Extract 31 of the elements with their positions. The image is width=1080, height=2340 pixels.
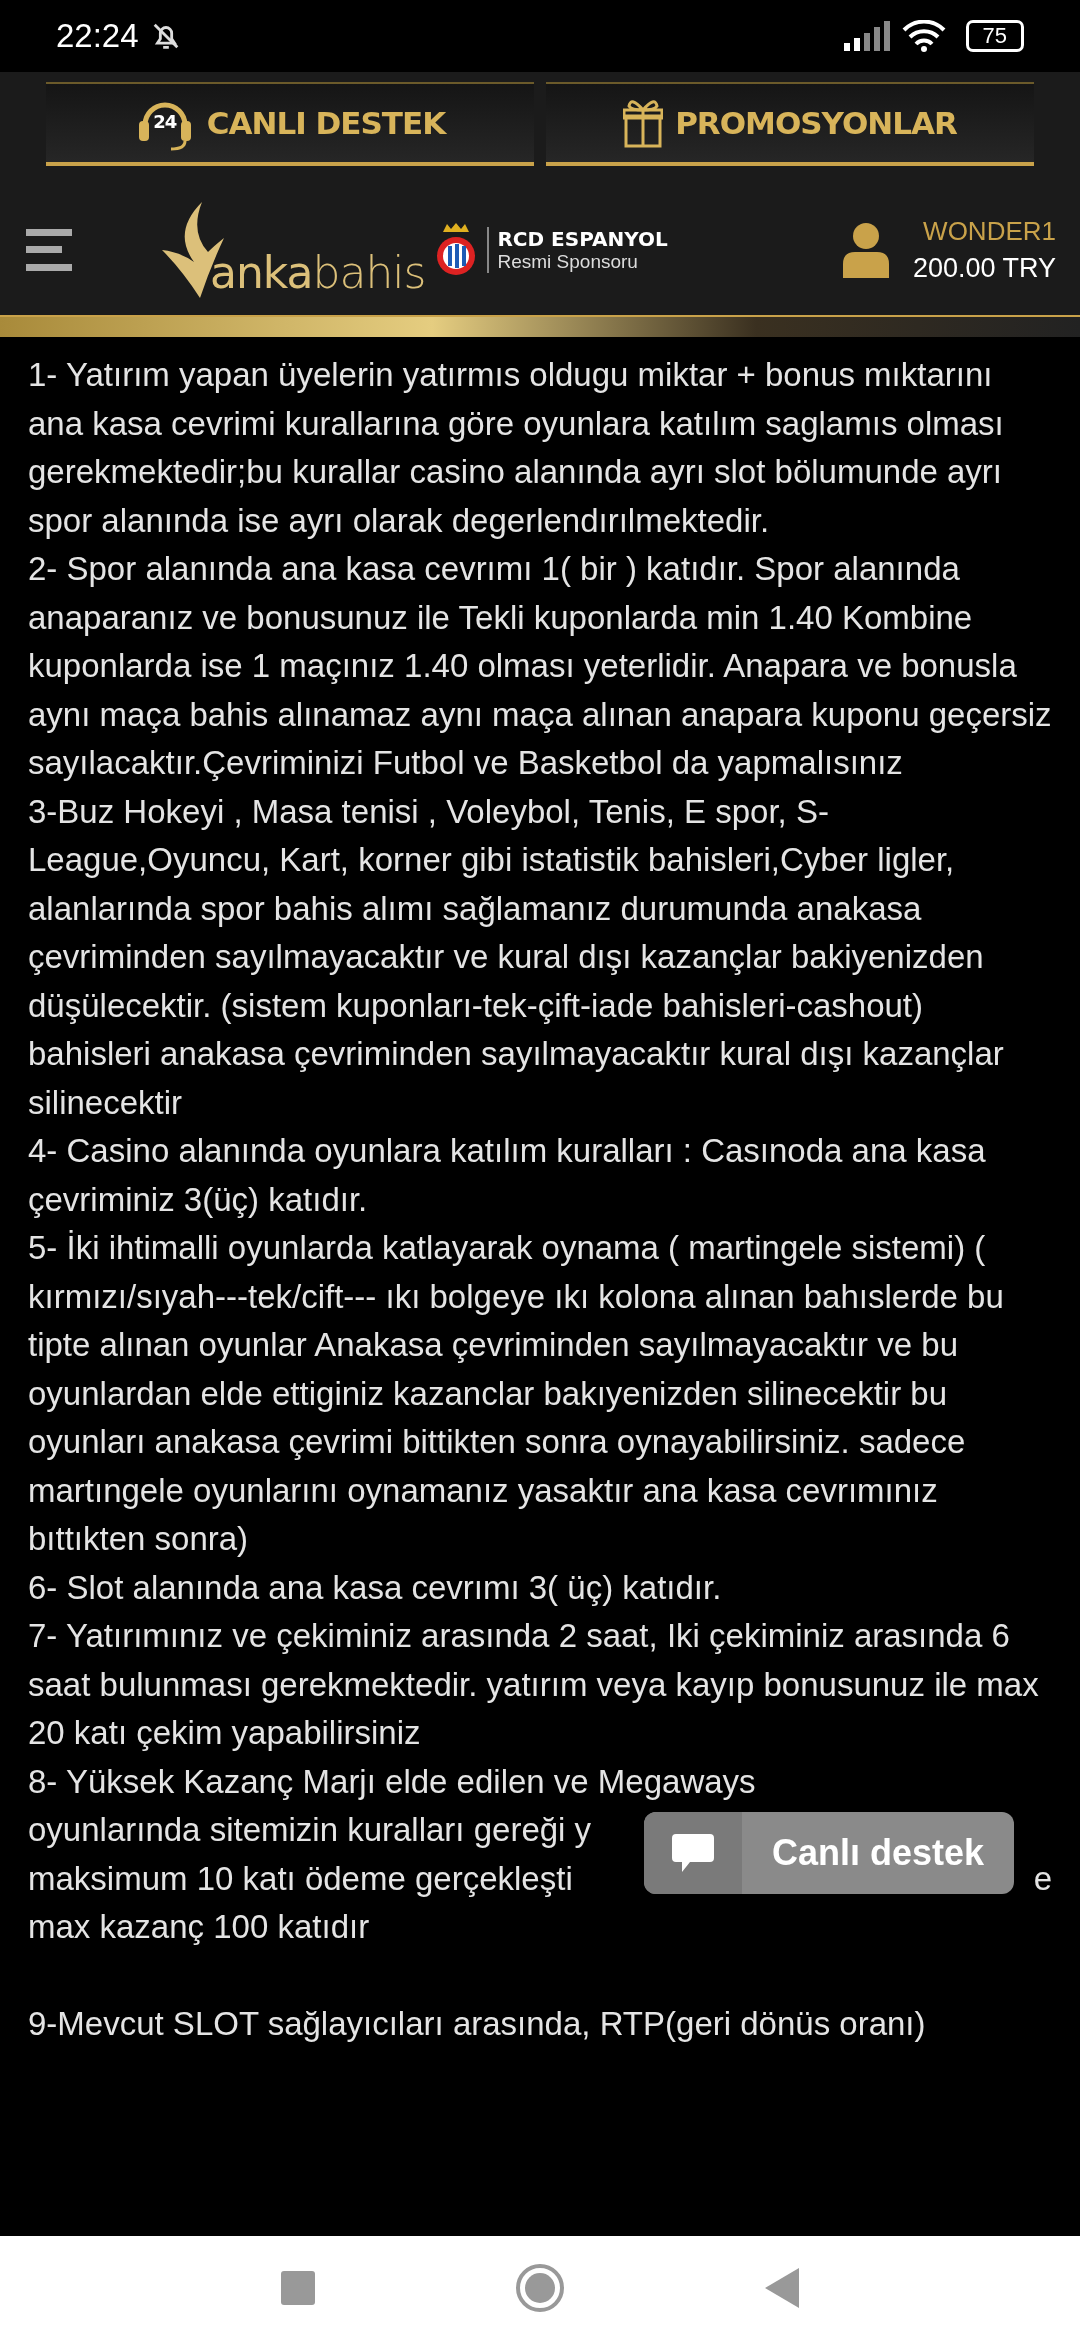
user-icon[interactable]	[842, 222, 889, 278]
signal-icon	[843, 21, 892, 51]
rule-paragraph: 3-Buz Hokeyi , Masa tenisi , Voleybol, Tenis, E spor, S-League,Oyuncu, Kart, korner gibi istatistik bahisleri,Cyber ligler, alanlarında spor bahis alımı sağlamanız durumunda anakasa çevriminden sayılmayacaktır ve kural dışı kazançlar bakiyenizden düşülecektir. (sistem kuponları-tek-çift-iade bahisleri-cashout) bahisleri anakasa çevriminden sayılmayacaktır kural dışı kazançlar silinecektir	[28, 791, 1005, 1123]
menu-icon[interactable]	[26, 229, 72, 271]
rule-paragraph: 2- Spor alanında ana kasa cevrımı 1( bir ) katıdır. Spor alanında anaparanız ve bonusunuz ile Tekli kuponlarda min 1.40 Kombine kuponlarda ise 1 maçınız 1.40 olması yeterlidir. Anapara ve bonusla aynı maça bahis alınamaz aynı maça alınan anapara kuponu geçersiz sayılacaktır.Çevriminizi Futbol ve Basketbol da yapmalısınız	[28, 549, 1052, 783]
rule-paragraph: 1- Yatırım yapan üyelerin yatırmıs oldugu miktar + bonus mıktarını ana kasa cevrimi kurallarına göre oyunlara katılım saglamıs olması gerekmektedir;bu kurallar casino alanında ayrı slot bölumunde ayrı spor alanında ise ayrı olarak degerlendırılmektedir.	[28, 355, 1005, 541]
rule-paragraph: 4- Casino alanında oyunlara katılım kuralları : Casınoda ana kasa çevriminiz 3(üç) katıdır.	[28, 1131, 987, 1220]
club-crest-icon	[435, 222, 478, 278]
status-time: 22:24	[56, 17, 139, 55]
username: WONDER1	[923, 216, 1056, 247]
home-icon[interactable]	[515, 2263, 565, 2313]
chat-bubble-icon	[644, 1811, 742, 1894]
sponsor-subtitle: Resmi Sponsoru	[497, 251, 639, 273]
rule-text-line: 8- Yüksek Kazanç Marjı elde edilen ve Megaways	[28, 1761, 756, 1802]
rule-text-line: e	[1033, 1858, 1052, 1899]
rule-text-line: max kazanç 100 katıdır	[28, 1907, 370, 1947]
promo-nav-button[interactable]: PROMOSYONLAR	[546, 82, 1034, 166]
account-balance: 200.00 TRY	[912, 253, 1056, 284]
wifi-icon	[901, 20, 946, 52]
site-logo[interactable]: ankabahis	[210, 247, 426, 298]
rule-paragraph: 6- Slot alanında ana kasa cevrımı 3( üç) katıdır.	[28, 1567, 723, 1608]
back-icon[interactable]	[765, 2268, 799, 2308]
promo-nav-button[interactable]: 24 CANLI DESTEK	[46, 82, 534, 166]
rule-paragraph: 7- Yatırımınız ve çekiminiz arasında 2 saat, Iki çekiminiz arasında 6 saat bulunması gerekmektedir. yatırım veya kayıp bonusunuz ile max 20 katı çekim yapabilirsiniz	[28, 1616, 1040, 1753]
sponsor-title: RCD ESPANYOL	[497, 227, 668, 251]
rule-paragraph: 5- İki ihtimalli oyunlarda katlayarak oynama ( martingele sistemi) ( kırmızı/sıyah---tek/cift--- ıkı bolgeye ıkı kolona alınan bahıslerde bu tipte alınan oyunlar Anakasa çevriminden sayılmayacaktır ve bu oyunlardan elde ettiginiz kazanclar bakıyenizden silinecektir bu oyunları anakasa çevrimi bittikten sonra oynayabilirsiniz. sadece martıngele oyunlarını oynamanız yasaktır ana kasa cevrımınız bıttıkten sonra)	[28, 1228, 1005, 1559]
rule-text-line: oyunlarında sitemizin kuralları gereği y	[28, 1810, 592, 1850]
battery-level: 75	[965, 20, 1024, 52]
rule-paragraph: 9-Mevcut SLOT sağlayıcıları arasında, RTP(geri dönüs oranı)	[28, 2003, 927, 2044]
rule-text-line: maksimum 10 katı ödeme gerçekleşti	[28, 1858, 573, 1899]
gift-icon	[623, 98, 664, 148]
